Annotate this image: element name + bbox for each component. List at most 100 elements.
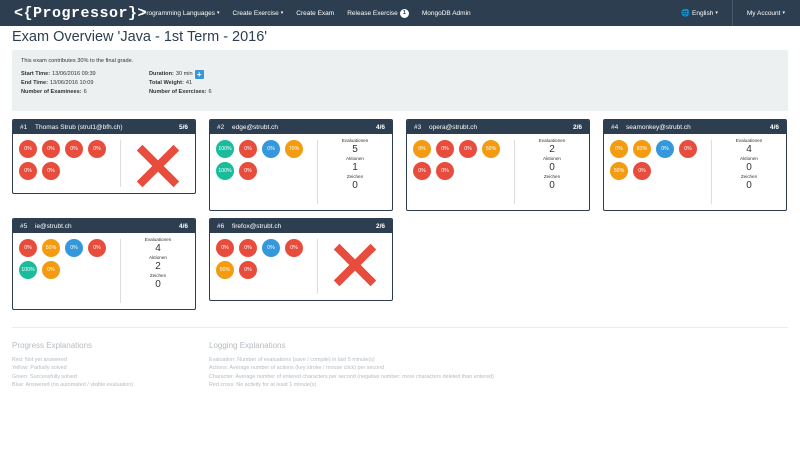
card-body: 0% 83% 0% 0% 50% 0% Evaluationen 4 Aktionen 0 Zeic…: [604, 134, 786, 210]
exercise-progress-list: 0% 50% 0% 0% 100% 0%: [19, 239, 115, 283]
exercise-progress-circle[interactable]: 0%: [436, 162, 454, 180]
exercise-progress-circle[interactable]: 0%: [88, 239, 106, 257]
inactive-red-cross-icon: [333, 243, 377, 287]
actions-count: 1: [352, 162, 358, 173]
chars-count: 0: [155, 279, 161, 290]
exercise-progress-list: 100% 0% 0% 70% 100% 0%: [216, 140, 312, 184]
exercise-progress-circle[interactable]: 0%: [42, 140, 60, 158]
exercise-progress-circle[interactable]: 0%: [19, 162, 37, 180]
exercise-progress-circle[interactable]: 0%: [285, 239, 303, 257]
card-number: #6: [217, 222, 225, 230]
evaluations-count: 5: [352, 144, 358, 155]
examinee-card[interactable]: #5 ie@strubt.ch 4/6 0% 50% 0% 0% 100% 0% Evaluati…: [12, 218, 196, 310]
card-body: 0% 0% 0% 0% 0% 0%: [13, 134, 195, 193]
examinee-card[interactable]: #1 Thomas Strub (strut1@bfh.ch) 5/6 0% 0% 0% 0…: [12, 119, 196, 194]
exercise-progress-circle[interactable]: 0%: [239, 239, 257, 257]
exercise-progress-circle[interactable]: 50%: [42, 239, 60, 257]
nav-item-programming-languages[interactable]: Programming Languages ▾: [142, 10, 220, 17]
exercise-progress-circle[interactable]: 0%: [459, 140, 477, 158]
exercise-progress-circle[interactable]: 0%: [88, 140, 106, 158]
nav-item-mongodb-admin[interactable]: MongoDB Admin: [422, 10, 471, 17]
exercise-progress-circle[interactable]: 0%: [436, 140, 454, 158]
total-weight: Total Weight: 41: [149, 80, 193, 86]
add-duration-button[interactable]: +: [194, 70, 204, 79]
examinee-name: firefox@strubt.ch: [232, 222, 282, 230]
examinee-card[interactable]: #6 firefox@strubt.ch 2/6 0% 0% 0% 0% 50% 0%: [209, 218, 393, 301]
nav-item-release-exercise[interactable]: Release Exercise 1: [347, 8, 409, 18]
exercise-progress-circle[interactable]: 0%: [19, 239, 37, 257]
account-label: My Account: [746, 9, 781, 17]
card-number: #2: [217, 123, 225, 131]
explanation-line: Yellow: Partially solved: [12, 365, 67, 372]
examinee-card[interactable]: #3 opera@strubt.ch 2/6 0% 0% 0% 50% 0% 0% Evaluat…: [406, 119, 590, 211]
nav-right: 🌐 English ▾ My Account ▾: [681, 0, 800, 26]
chars-count: 0: [549, 180, 555, 191]
exercise-progress-circle[interactable]: 0%: [239, 162, 257, 180]
language-dropdown[interactable]: 🌐 English ▾: [681, 9, 718, 18]
nav-menu: Programming Languages ▾ Create Exercise ▾ Cr…: [142, 8, 484, 18]
exercise-progress-circle[interactable]: 100%: [19, 261, 37, 279]
exam-info-col-left: Start Time: 13/06/2016 09:39 End Time: 13/…: [21, 70, 96, 97]
card-body: 0% 50% 0% 0% 100% 0% Evaluationen 4 Aktionen 2 Zei…: [13, 233, 195, 309]
exercise-progress-circle[interactable]: 0%: [239, 261, 257, 279]
explanation-line: Green: Successfully solved: [12, 373, 78, 380]
nav-item-label: Create Exam: [296, 9, 335, 17]
exercise-progress-circle[interactable]: 50%: [610, 162, 628, 180]
exercise-progress-circle[interactable]: 0%: [262, 140, 280, 158]
my-account-dropdown[interactable]: My Account ▾: [733, 10, 800, 17]
logging-explanations: Logging Explanations Evaluation: Number …: [209, 341, 494, 390]
exercise-progress-circle[interactable]: 70%: [285, 140, 303, 158]
explanation-line: Red: Not yet answered: [12, 357, 67, 363]
nav-item-label: Programming Languages: [142, 9, 215, 17]
exercise-progress-circle[interactable]: 83%: [633, 140, 651, 158]
exercise-progress-list: 0% 0% 0% 50% 0% 0%: [413, 140, 509, 184]
chars-count: 0: [352, 180, 358, 191]
card-header: #3 opera@strubt.ch 2/6: [407, 120, 589, 134]
exercise-progress-circle[interactable]: 0%: [656, 140, 674, 158]
page-title: Exam Overview 'Java - 1st Term - 2016': [12, 29, 268, 45]
card-divider: [317, 239, 318, 294]
exercise-progress-circle[interactable]: 0%: [42, 261, 60, 279]
card-header: #1 Thomas Strub (strut1@bfh.ch) 5/6: [13, 120, 195, 134]
explanation-line: Actions: Average number of actions (key …: [209, 365, 385, 372]
card-number: #5: [20, 222, 28, 230]
exercise-progress-circle[interactable]: 50%: [482, 140, 500, 158]
exam-info-panel: This exam contributes 30% to the final g…: [12, 50, 788, 111]
actions-count: 2: [155, 261, 161, 272]
evaluations-count: 4: [155, 243, 161, 254]
exercise-progress-circle[interactable]: 0%: [239, 140, 257, 158]
exercise-progress-circle[interactable]: 0%: [262, 239, 280, 257]
card-body: 0% 0% 0% 0% 50% 0%: [210, 233, 392, 300]
duration: Duration: 30 min +: [149, 70, 212, 79]
card-header: #2 edge@strubt.ch 4/6: [210, 120, 392, 134]
exercise-progress-circle[interactable]: 0%: [610, 140, 628, 158]
exercise-progress-circle[interactable]: 100%: [216, 162, 234, 180]
exercise-progress-circle[interactable]: 0%: [42, 162, 60, 180]
explanation-line: Character: Average number of entered cha…: [209, 373, 494, 380]
nav-item-label: Create Exercise: [232, 9, 279, 17]
exercise-progress-circle[interactable]: 0%: [679, 140, 697, 158]
exercise-progress-circle[interactable]: 0%: [19, 140, 37, 158]
exercise-progress-circle[interactable]: 0%: [65, 140, 83, 158]
nav-item-create-exercise[interactable]: Create Exercise ▾: [233, 10, 284, 17]
brand-logo[interactable]: <{Progressor}>: [14, 5, 147, 22]
exercise-progress-circle[interactable]: 0%: [413, 140, 431, 158]
exercise-progress-circle[interactable]: 50%: [216, 261, 234, 279]
exercise-progress-list: 0% 0% 0% 0% 0% 0%: [19, 140, 115, 184]
explanation-line: Red cross: No activity for at least 1 mi…: [209, 382, 317, 389]
examinee-card[interactable]: #4 seamonkey@strubt.ch 4/6 0% 83% 0% 0% 50% 0% Ev…: [603, 119, 787, 211]
nav-item-create-exam[interactable]: Create Exam: [296, 10, 334, 17]
language-label: English: [692, 9, 714, 17]
exercise-progress-circle[interactable]: 100%: [216, 140, 234, 158]
chevron-down-icon: ▾: [715, 10, 718, 16]
examinee-card[interactable]: #2 edge@strubt.ch 4/6 100% 0% 0% 70% 100% 0% Eval…: [209, 119, 393, 211]
exercise-progress-circle[interactable]: 0%: [216, 239, 234, 257]
actions-count: 0: [549, 162, 555, 173]
evaluations-count: 4: [746, 144, 752, 155]
progress-explanations-list: Red: Not yet answered Yellow: Partially s…: [12, 356, 133, 390]
exercise-progress-circle[interactable]: 0%: [65, 239, 83, 257]
logging-stats: Evaluationen 2 Aktionen 0 Zeichen 0: [517, 138, 587, 192]
exercise-progress-circle[interactable]: 0%: [633, 162, 651, 180]
inactive-red-cross-icon: [136, 144, 180, 188]
exercise-progress-circle[interactable]: 0%: [413, 162, 431, 180]
